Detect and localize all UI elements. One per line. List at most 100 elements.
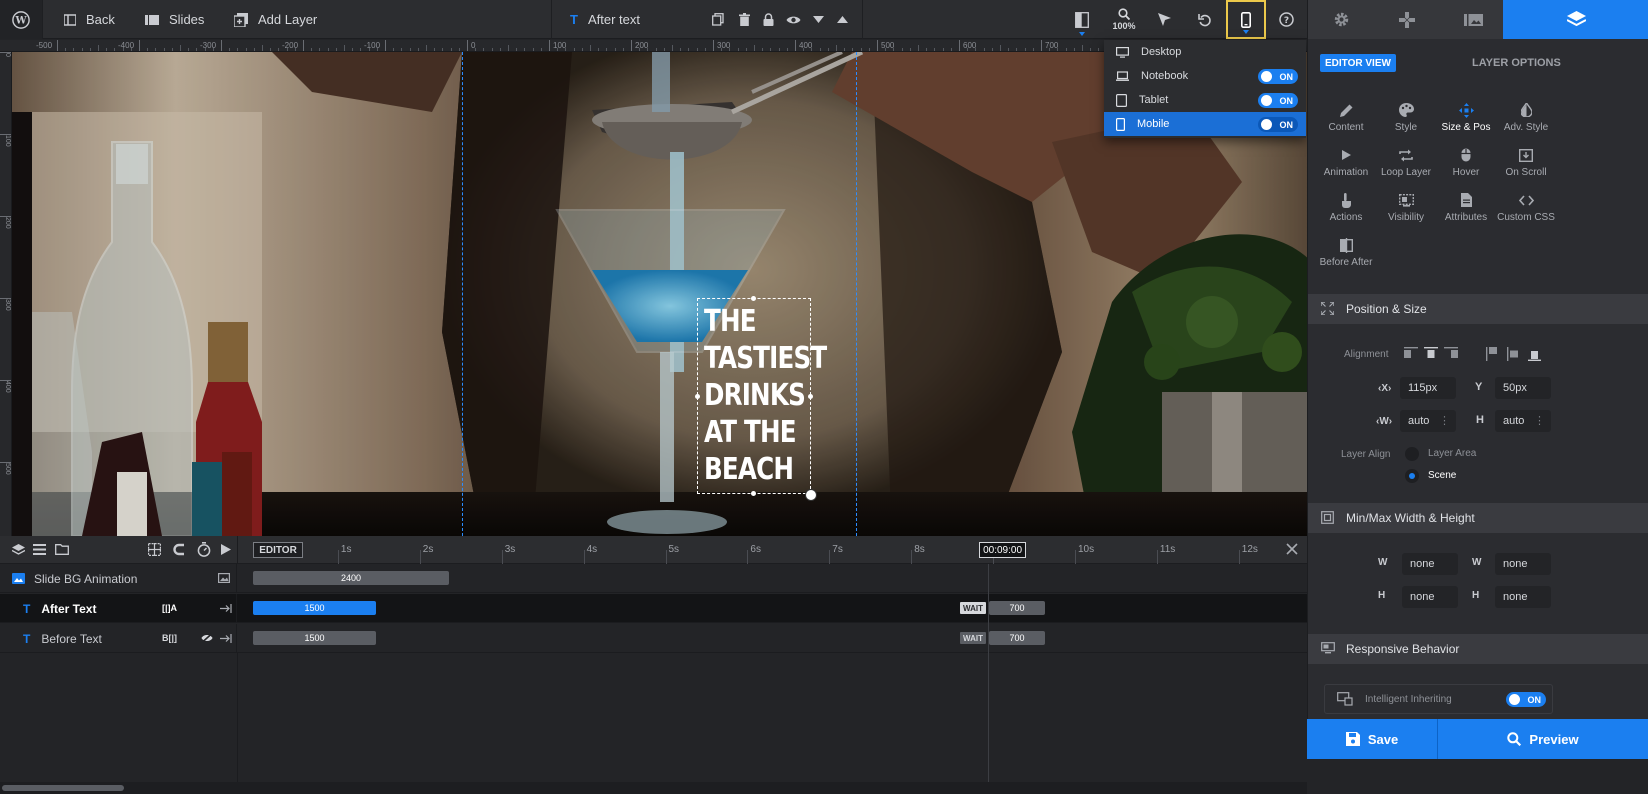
select-tool-button[interactable]: [1144, 0, 1184, 39]
stopwatch-icon[interactable]: [197, 542, 211, 557]
align-right-arrow-icon[interactable]: [220, 604, 232, 613]
scene-label: Scene: [1428, 470, 1457, 481]
device-mobile-button[interactable]: [1226, 0, 1266, 39]
option-before-after[interactable]: Before After: [1316, 236, 1376, 268]
resize-handle[interactable]: [808, 394, 813, 399]
device-item-notebook[interactable]: Notebook ON: [1104, 64, 1306, 88]
magnet-icon[interactable]: [173, 543, 186, 556]
split-text-icon[interactable]: B[|]: [162, 633, 177, 643]
split-view-button[interactable]: [1062, 0, 1102, 39]
help-button[interactable]: ?: [1266, 0, 1306, 39]
device-item-mobile[interactable]: Mobile ON: [1104, 112, 1306, 136]
out-animation-bar[interactable]: 700: [989, 601, 1045, 615]
resize-handle[interactable]: [695, 394, 700, 399]
back-button[interactable]: Back: [64, 0, 115, 39]
move-up-button[interactable]: [824, 0, 860, 39]
editor-view-badge[interactable]: EDITOR VIEW: [1320, 54, 1396, 72]
option-animation[interactable]: Animation: [1316, 146, 1376, 178]
section-responsive[interactable]: Responsive Behavior: [1308, 634, 1648, 664]
timeline-row-after-text[interactable]: T After Text [|]A 1500 WAIT 700: [0, 594, 1307, 623]
text-layer-icon: T: [23, 601, 31, 616]
scale-handle-icon[interactable]: [805, 489, 817, 501]
folder-icon[interactable]: [55, 544, 69, 555]
option-hover[interactable]: Hover: [1436, 146, 1496, 178]
pencil-icon: [1316, 101, 1376, 119]
tab-settings[interactable]: [1308, 0, 1374, 39]
option-actions[interactable]: Actions: [1316, 191, 1376, 223]
more-options-icon[interactable]: ⋮: [1439, 414, 1450, 427]
list-icon[interactable]: [33, 544, 46, 555]
option-custom-css[interactable]: Custom CSS: [1496, 191, 1556, 223]
animation-bar[interactable]: 2400: [253, 571, 449, 585]
intelligent-inheriting-toggle[interactable]: ON: [1506, 692, 1546, 707]
min-height-field[interactable]: none: [1402, 586, 1458, 608]
option-label: Actions: [1329, 212, 1363, 223]
mobile-toggle[interactable]: ON: [1258, 117, 1298, 132]
option-size-pos[interactable]: Size & Pos: [1436, 101, 1496, 133]
width-field[interactable]: auto ⋮: [1400, 410, 1456, 432]
editor-mode-badge[interactable]: EDITOR: [253, 542, 303, 558]
align-right-icon[interactable]: [1444, 347, 1458, 360]
option-on-scroll[interactable]: On Scroll: [1496, 146, 1556, 178]
resize-handle[interactable]: [751, 491, 756, 496]
option-style[interactable]: Style: [1376, 101, 1436, 133]
align-bottom-icon[interactable]: [1528, 347, 1541, 361]
section-min-max[interactable]: Min/Max Width & Height: [1308, 503, 1648, 533]
zoom-button[interactable]: 100%: [1104, 0, 1144, 39]
undo-button[interactable]: [1185, 0, 1225, 39]
max-height-field[interactable]: none: [1495, 586, 1551, 608]
ruler-tick: -100: [364, 40, 386, 51]
max-width-field[interactable]: none: [1495, 553, 1551, 575]
tab-navigation[interactable]: [1374, 0, 1440, 39]
close-icon[interactable]: [1286, 543, 1298, 555]
option-attributes[interactable]: Attributes: [1436, 191, 1496, 223]
section-position-size[interactable]: Position & Size: [1308, 294, 1648, 324]
align-right-arrow-icon[interactable]: [220, 634, 232, 643]
time-mark-label: 8s: [914, 544, 925, 555]
y-position-field[interactable]: 50px: [1495, 377, 1551, 399]
min-width-field[interactable]: none: [1402, 553, 1458, 575]
align-middle-icon[interactable]: [1507, 347, 1520, 361]
device-item-desktop[interactable]: Desktop: [1104, 40, 1306, 64]
in-animation-bar[interactable]: 1500: [253, 601, 376, 615]
current-layer-title: T After text: [570, 0, 640, 39]
add-layer-button[interactable]: Add Layer: [234, 0, 317, 39]
align-center-icon[interactable]: [1424, 347, 1438, 360]
align-left-icon[interactable]: [1404, 347, 1418, 360]
split-text-icon[interactable]: [|]A: [162, 603, 177, 613]
option-content[interactable]: Content: [1316, 101, 1376, 133]
timeline-row-before-text[interactable]: T Before Text B[|] 1500 WAIT 700: [0, 624, 1307, 653]
in-animation-bar[interactable]: 1500: [253, 631, 376, 645]
save-button[interactable]: Save: [1307, 719, 1437, 759]
play-icon[interactable]: [221, 544, 231, 555]
device-item-tablet[interactable]: Tablet ON: [1104, 88, 1306, 112]
tab-layers[interactable]: [1503, 0, 1648, 39]
tablet-toggle[interactable]: ON: [1258, 93, 1298, 108]
preview-button[interactable]: Preview: [1437, 719, 1648, 759]
timeline-row-slide-bg[interactable]: Slide BG Animation 2400: [0, 564, 1307, 593]
x-position-field[interactable]: 115px: [1400, 377, 1456, 399]
timeline-scrollbar-track[interactable]: [0, 782, 1307, 794]
slides-button[interactable]: Slides: [145, 0, 204, 39]
notebook-toggle[interactable]: ON: [1258, 69, 1298, 84]
expand-icon: [1321, 302, 1334, 315]
wordpress-logo-button[interactable]: W: [0, 0, 42, 39]
scene-radio[interactable]: [1405, 469, 1419, 483]
selected-text-layer[interactable]: THE TASTIEST DRINKS AT THE BEACH: [695, 296, 827, 501]
option-loop-layer[interactable]: Loop Layer: [1376, 146, 1436, 178]
option-visibility[interactable]: Visibility: [1376, 191, 1436, 223]
grid-snap-icon[interactable]: [148, 543, 161, 556]
layer-area-radio[interactable]: [1405, 447, 1419, 461]
align-top-icon[interactable]: [1486, 347, 1499, 361]
tab-slide[interactable]: [1440, 0, 1506, 39]
resize-handle[interactable]: [751, 296, 756, 301]
image-gallery-icon[interactable]: [218, 573, 230, 583]
timeline-scrollbar-thumb[interactable]: [2, 785, 124, 791]
hidden-eye-icon[interactable]: [201, 633, 213, 643]
option-adv-style[interactable]: Adv. Style: [1496, 101, 1556, 133]
out-animation-bar[interactable]: 700: [989, 631, 1045, 645]
playhead-line[interactable]: [988, 564, 989, 794]
more-options-icon[interactable]: ⋮: [1534, 414, 1545, 427]
height-field[interactable]: auto ⋮: [1495, 410, 1551, 432]
layers-icon[interactable]: [12, 544, 25, 556]
